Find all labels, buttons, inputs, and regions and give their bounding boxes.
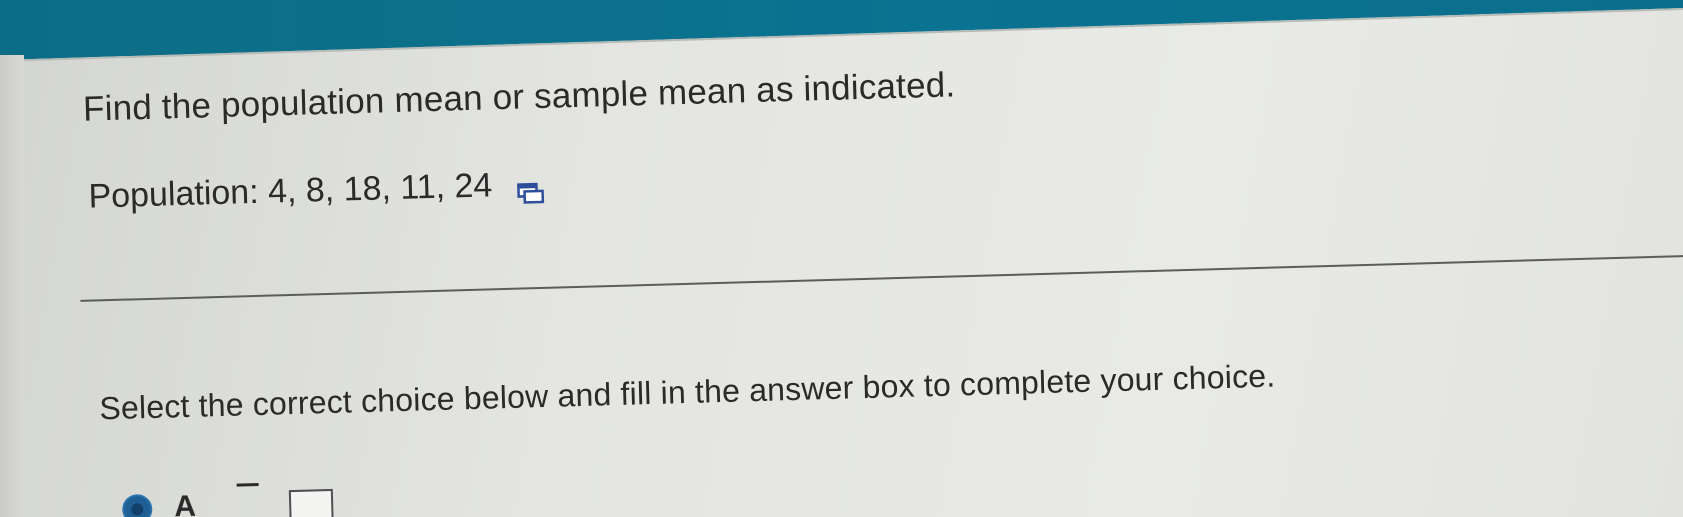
choice-a-letter: A (173, 489, 197, 517)
question-panel: Find the population mean or sample mean … (0, 0, 1683, 517)
section-divider (80, 254, 1683, 302)
choice-a[interactable]: A (121, 482, 334, 517)
question-prompt: Find the population mean or sample mean … (82, 65, 956, 129)
copy-data-icon[interactable] (516, 173, 545, 204)
mu-bar (236, 482, 259, 487)
population-data-label: Population: 4, 8, 18, 11, 24 (87, 166, 493, 216)
answer-box[interactable] (288, 488, 334, 517)
population-data-row: Population: 4, 8, 18, 11, 24 (88, 165, 545, 217)
instruction-text: Select the correct choice below and fill… (98, 357, 1276, 427)
screen: Find the population mean or sample mean … (0, 0, 1683, 517)
choice-a-radio[interactable] (121, 493, 153, 517)
